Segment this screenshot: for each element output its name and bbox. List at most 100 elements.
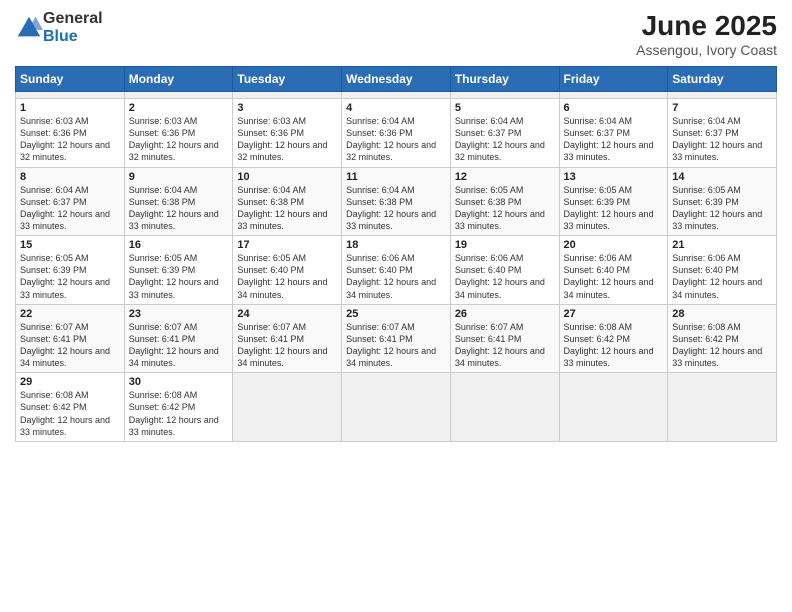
- calendar-week-2: 8 Sunrise: 6:04 AM Sunset: 6:37 PM Dayli…: [16, 167, 777, 236]
- cell-info: Sunrise: 6:08 AM Sunset: 6:42 PM Dayligh…: [564, 321, 664, 370]
- table-row: [342, 92, 451, 99]
- cell-info: Sunrise: 6:07 AM Sunset: 6:41 PM Dayligh…: [20, 321, 120, 370]
- day-number: 7: [672, 102, 772, 114]
- day-number: 1: [20, 102, 120, 114]
- cell-info: Sunrise: 6:04 AM Sunset: 6:38 PM Dayligh…: [346, 184, 446, 233]
- day-number: 24: [237, 308, 337, 320]
- table-row: 8 Sunrise: 6:04 AM Sunset: 6:37 PM Dayli…: [16, 167, 125, 236]
- logo-blue: Blue: [43, 28, 78, 45]
- col-monday: Monday: [124, 67, 233, 92]
- table-row: 24 Sunrise: 6:07 AM Sunset: 6:41 PM Dayl…: [233, 304, 342, 373]
- cell-info: Sunrise: 6:03 AM Sunset: 6:36 PM Dayligh…: [20, 115, 120, 164]
- cell-info: Sunrise: 6:04 AM Sunset: 6:37 PM Dayligh…: [672, 115, 772, 164]
- cell-info: Sunrise: 6:04 AM Sunset: 6:37 PM Dayligh…: [564, 115, 664, 164]
- col-thursday: Thursday: [450, 67, 559, 92]
- calendar-week-1: 1 Sunrise: 6:03 AM Sunset: 6:36 PM Dayli…: [16, 99, 777, 168]
- day-number: 27: [564, 308, 664, 320]
- cell-info: Sunrise: 6:07 AM Sunset: 6:41 PM Dayligh…: [455, 321, 555, 370]
- cell-info: Sunrise: 6:05 AM Sunset: 6:39 PM Dayligh…: [20, 252, 120, 301]
- header: General Blue June 2025 Assengou, Ivory C…: [15, 10, 777, 58]
- day-number: 3: [237, 102, 337, 114]
- table-row: 28 Sunrise: 6:08 AM Sunset: 6:42 PM Dayl…: [668, 304, 777, 373]
- table-row: [668, 92, 777, 99]
- day-number: 20: [564, 239, 664, 251]
- day-number: 22: [20, 308, 120, 320]
- day-number: 17: [237, 239, 337, 251]
- table-row: [559, 373, 668, 442]
- day-number: 5: [455, 102, 555, 114]
- cell-info: Sunrise: 6:04 AM Sunset: 6:36 PM Dayligh…: [346, 115, 446, 164]
- day-number: 2: [129, 102, 229, 114]
- table-row: [450, 92, 559, 99]
- cell-info: Sunrise: 6:07 AM Sunset: 6:41 PM Dayligh…: [237, 321, 337, 370]
- table-row: 14 Sunrise: 6:05 AM Sunset: 6:39 PM Dayl…: [668, 167, 777, 236]
- main-title: June 2025: [636, 10, 777, 42]
- day-number: 14: [672, 171, 772, 183]
- cell-info: Sunrise: 6:04 AM Sunset: 6:38 PM Dayligh…: [129, 184, 229, 233]
- table-row: [450, 373, 559, 442]
- table-row: [124, 92, 233, 99]
- cell-info: Sunrise: 6:05 AM Sunset: 6:39 PM Dayligh…: [672, 184, 772, 233]
- day-number: 30: [129, 376, 229, 388]
- table-row: 15 Sunrise: 6:05 AM Sunset: 6:39 PM Dayl…: [16, 236, 125, 305]
- table-row: [342, 373, 451, 442]
- table-row: 11 Sunrise: 6:04 AM Sunset: 6:38 PM Dayl…: [342, 167, 451, 236]
- calendar-week-3: 15 Sunrise: 6:05 AM Sunset: 6:39 PM Dayl…: [16, 236, 777, 305]
- day-number: 19: [455, 239, 555, 251]
- day-number: 29: [20, 376, 120, 388]
- table-row: 30 Sunrise: 6:08 AM Sunset: 6:42 PM Dayl…: [124, 373, 233, 442]
- table-row: 4 Sunrise: 6:04 AM Sunset: 6:36 PM Dayli…: [342, 99, 451, 168]
- day-number: 11: [346, 171, 446, 183]
- table-row: 6 Sunrise: 6:04 AM Sunset: 6:37 PM Dayli…: [559, 99, 668, 168]
- table-row: 26 Sunrise: 6:07 AM Sunset: 6:41 PM Dayl…: [450, 304, 559, 373]
- cell-info: Sunrise: 6:08 AM Sunset: 6:42 PM Dayligh…: [20, 389, 120, 438]
- day-number: 8: [20, 171, 120, 183]
- day-number: 10: [237, 171, 337, 183]
- table-row: 3 Sunrise: 6:03 AM Sunset: 6:36 PM Dayli…: [233, 99, 342, 168]
- col-tuesday: Tuesday: [233, 67, 342, 92]
- table-row: 16 Sunrise: 6:05 AM Sunset: 6:39 PM Dayl…: [124, 236, 233, 305]
- cell-info: Sunrise: 6:03 AM Sunset: 6:36 PM Dayligh…: [237, 115, 337, 164]
- table-row: [16, 92, 125, 99]
- day-number: 21: [672, 239, 772, 251]
- day-number: 12: [455, 171, 555, 183]
- table-row: [233, 373, 342, 442]
- col-wednesday: Wednesday: [342, 67, 451, 92]
- cell-info: Sunrise: 6:05 AM Sunset: 6:40 PM Dayligh…: [237, 252, 337, 301]
- day-number: 16: [129, 239, 229, 251]
- title-block: June 2025 Assengou, Ivory Coast: [636, 10, 777, 58]
- calendar-week-5: 29 Sunrise: 6:08 AM Sunset: 6:42 PM Dayl…: [16, 373, 777, 442]
- cell-info: Sunrise: 6:05 AM Sunset: 6:39 PM Dayligh…: [129, 252, 229, 301]
- col-sunday: Sunday: [16, 67, 125, 92]
- table-row: 12 Sunrise: 6:05 AM Sunset: 6:38 PM Dayl…: [450, 167, 559, 236]
- cell-info: Sunrise: 6:04 AM Sunset: 6:38 PM Dayligh…: [237, 184, 337, 233]
- day-number: 26: [455, 308, 555, 320]
- table-row: 21 Sunrise: 6:06 AM Sunset: 6:40 PM Dayl…: [668, 236, 777, 305]
- table-row: 9 Sunrise: 6:04 AM Sunset: 6:38 PM Dayli…: [124, 167, 233, 236]
- cell-info: Sunrise: 6:06 AM Sunset: 6:40 PM Dayligh…: [455, 252, 555, 301]
- table-row: 10 Sunrise: 6:04 AM Sunset: 6:38 PM Dayl…: [233, 167, 342, 236]
- day-number: 15: [20, 239, 120, 251]
- table-row: 29 Sunrise: 6:08 AM Sunset: 6:42 PM Dayl…: [16, 373, 125, 442]
- day-number: 18: [346, 239, 446, 251]
- cell-info: Sunrise: 6:08 AM Sunset: 6:42 PM Dayligh…: [672, 321, 772, 370]
- day-number: 25: [346, 308, 446, 320]
- calendar-table: Sunday Monday Tuesday Wednesday Thursday…: [15, 66, 777, 442]
- cell-info: Sunrise: 6:05 AM Sunset: 6:39 PM Dayligh…: [564, 184, 664, 233]
- cell-info: Sunrise: 6:04 AM Sunset: 6:37 PM Dayligh…: [455, 115, 555, 164]
- col-saturday: Saturday: [668, 67, 777, 92]
- day-number: 4: [346, 102, 446, 114]
- table-row: 25 Sunrise: 6:07 AM Sunset: 6:41 PM Dayl…: [342, 304, 451, 373]
- calendar-week-4: 22 Sunrise: 6:07 AM Sunset: 6:41 PM Dayl…: [16, 304, 777, 373]
- cell-info: Sunrise: 6:03 AM Sunset: 6:36 PM Dayligh…: [129, 115, 229, 164]
- cell-info: Sunrise: 6:07 AM Sunset: 6:41 PM Dayligh…: [346, 321, 446, 370]
- table-row: 18 Sunrise: 6:06 AM Sunset: 6:40 PM Dayl…: [342, 236, 451, 305]
- table-row: 19 Sunrise: 6:06 AM Sunset: 6:40 PM Dayl…: [450, 236, 559, 305]
- table-row: 27 Sunrise: 6:08 AM Sunset: 6:42 PM Dayl…: [559, 304, 668, 373]
- table-row: [559, 92, 668, 99]
- day-number: 23: [129, 308, 229, 320]
- table-row: 23 Sunrise: 6:07 AM Sunset: 6:41 PM Dayl…: [124, 304, 233, 373]
- table-row: 17 Sunrise: 6:05 AM Sunset: 6:40 PM Dayl…: [233, 236, 342, 305]
- cell-info: Sunrise: 6:08 AM Sunset: 6:42 PM Dayligh…: [129, 389, 229, 438]
- cell-info: Sunrise: 6:07 AM Sunset: 6:41 PM Dayligh…: [129, 321, 229, 370]
